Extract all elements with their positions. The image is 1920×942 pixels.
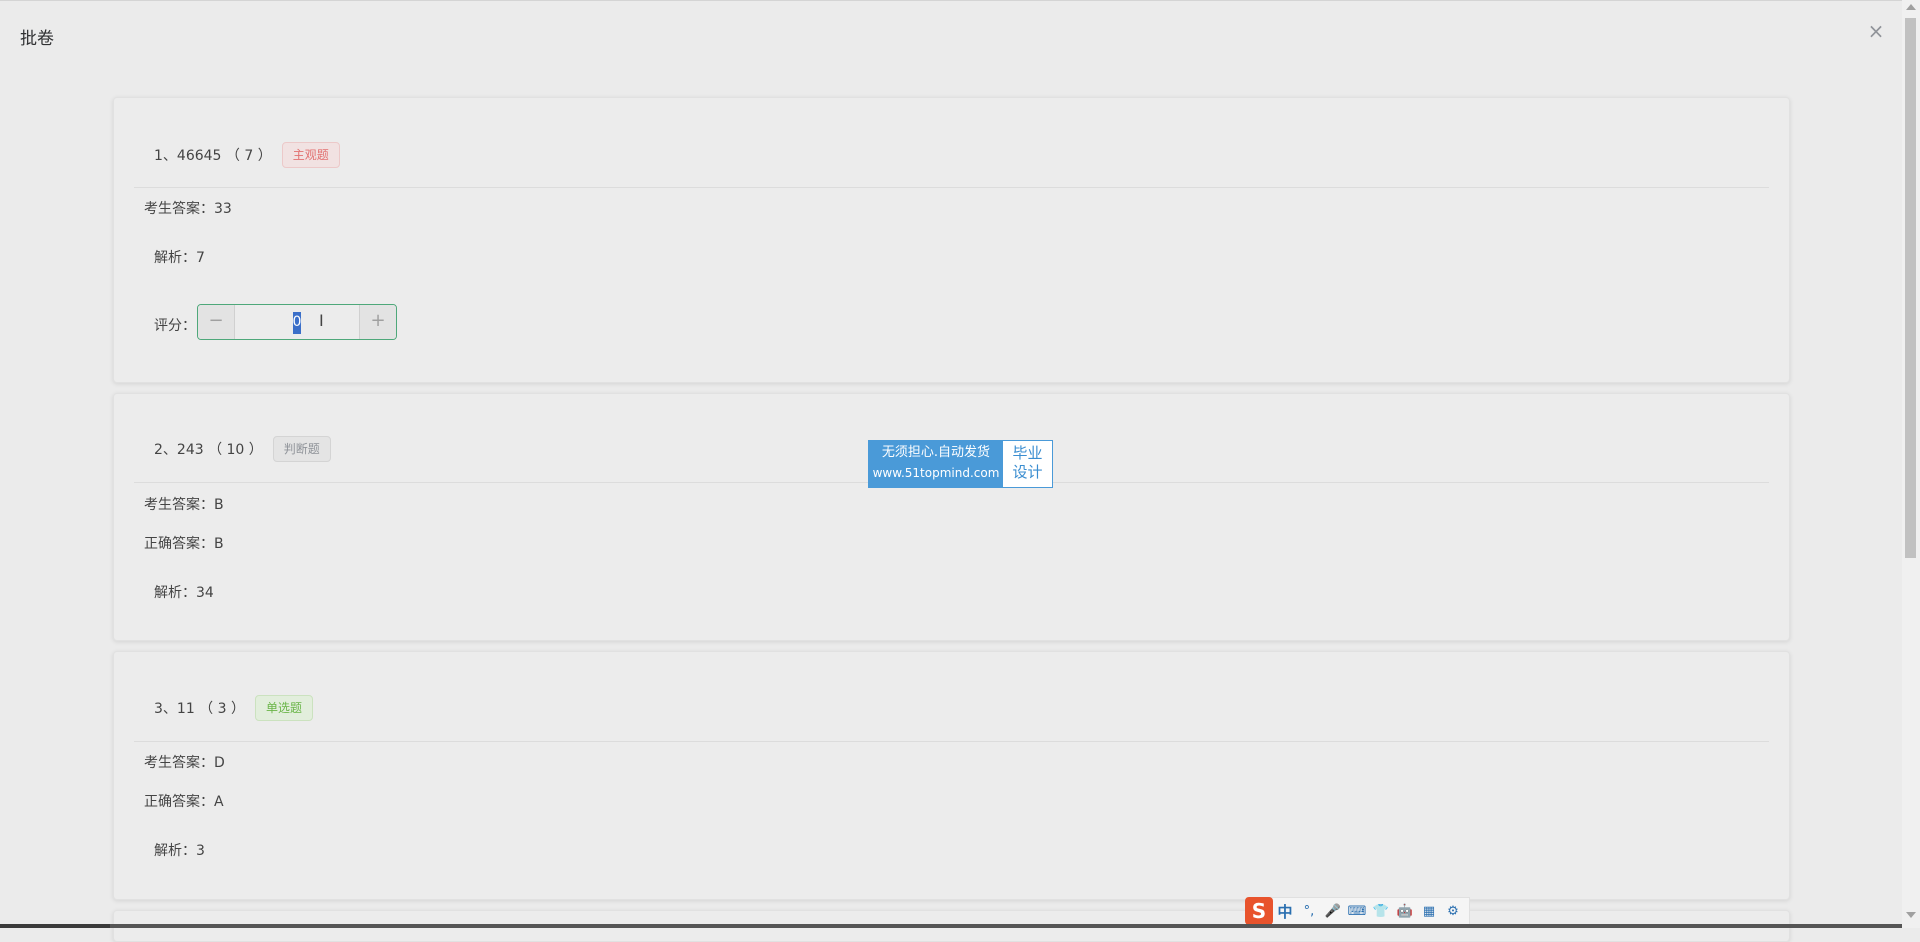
student-answer-label: 考生答案： [144,497,214,513]
student-answer-value: 33 [214,201,232,217]
correct-answer-value: B [214,536,224,552]
increase-button[interactable]: + [359,305,396,339]
question-header: 2、243 （ 10 ） 判断题 [154,436,331,462]
scroll-down-icon[interactable] [1906,912,1916,918]
correct-answer-row: 正确答案：B [144,533,224,553]
score-stepper[interactable]: − I + [197,304,397,340]
analysis-row: 解析：7 [154,247,205,267]
sogou-logo-icon[interactable]: S [1245,897,1273,925]
score-input[interactable] [235,305,359,339]
dialog-title: 批卷 [20,29,54,49]
ime-apps-icon[interactable]: ▦ [1417,904,1441,919]
student-answer-value: B [214,497,224,513]
correct-answer-label: 正确答案： [144,794,214,810]
question-card-1: 1、46645 （ 7 ） 主观题 考生答案：33 解析：7 评分： − I + [113,97,1790,383]
analysis-row: 解析：3 [154,840,205,860]
question-type-tag: 单选题 [254,695,313,721]
student-answer-row: 考生答案：D [144,752,225,772]
watermark-badge: 无须担心.自动发货 www.51topmind.com 毕业 设计 [868,440,1053,488]
ime-toolbar[interactable]: S 中 °, 🎤 ⌨ 👕 🤖 ▦ ⚙ [1245,897,1470,925]
analysis-value: 3 [196,843,205,859]
scrollbar-thumb[interactable] [1905,18,1916,558]
student-answer-label: 考生答案： [144,201,214,217]
correct-answer-row: 正确答案：A [144,791,224,811]
question-type-tag: 主观题 [281,142,340,168]
watermark-text: 无须担心.自动发货 www.51topmind.com [869,441,1003,487]
question-card-2: 2、243 （ 10 ） 判断题 考生答案：B 正确答案：B 解析：34 [113,393,1790,641]
ime-chinese-mode[interactable]: 中 [1273,901,1297,922]
top-border [0,0,1902,1]
question-type-tag: 判断题 [272,436,331,462]
watermark-line-1: 无须担心.自动发货 [881,445,991,460]
correct-answer-label: 正确答案： [144,536,214,552]
scroll-up-icon[interactable] [1906,4,1916,10]
question-header: 1、46645 （ 7 ） 主观题 [154,142,340,168]
text-cursor-icon: I [319,311,324,330]
horizontal-scrollbar[interactable] [0,924,1902,928]
analysis-value: 7 [196,250,205,266]
correct-answer-value: A [214,794,224,810]
score-label: 评分： [154,318,196,334]
student-answer-row: 考生答案：B [144,494,224,514]
ime-keyboard-icon[interactable]: ⌨ [1345,904,1369,919]
student-answer-row: 考生答案：33 [144,198,232,218]
question-header: 3、11 （ 3 ） 单选题 [154,695,313,721]
close-icon[interactable]: × [1866,19,1886,43]
divider [134,741,1769,742]
question-title: 1、46645 （ 7 ） [154,148,272,164]
ime-robot-icon[interactable]: 🤖 [1393,904,1417,919]
analysis-value: 34 [196,585,214,601]
student-answer-value: D [214,755,225,771]
divider [134,187,1769,188]
question-title: 2、243 （ 10 ） [154,442,263,458]
question-card-3: 3、11 （ 3 ） 单选题 考生答案：D 正确答案：A 解析：3 [113,651,1790,900]
decrease-button[interactable]: − [198,305,235,339]
analysis-label: 解析： [154,585,196,601]
analysis-label: 解析： [154,843,196,859]
ime-microphone-icon[interactable]: 🎤 [1321,904,1345,919]
student-answer-label: 考生答案： [144,755,214,771]
ime-punctuation-icon[interactable]: °, [1297,904,1321,919]
question-title: 3、11 （ 3 ） [154,701,245,717]
horizontal-scrollbar-thumb[interactable] [0,924,110,928]
watermark-side: 毕业 设计 [1003,441,1052,487]
watermark-line-2: www.51topmind.com [872,466,1000,480]
ime-skin-icon[interactable]: 👕 [1369,904,1393,919]
analysis-label: 解析： [154,250,196,266]
watermark-side-2: 设计 [1012,463,1043,481]
analysis-row: 解析：34 [154,582,214,602]
ime-settings-icon[interactable]: ⚙ [1441,904,1465,919]
watermark-side-1: 毕业 [1012,444,1043,462]
